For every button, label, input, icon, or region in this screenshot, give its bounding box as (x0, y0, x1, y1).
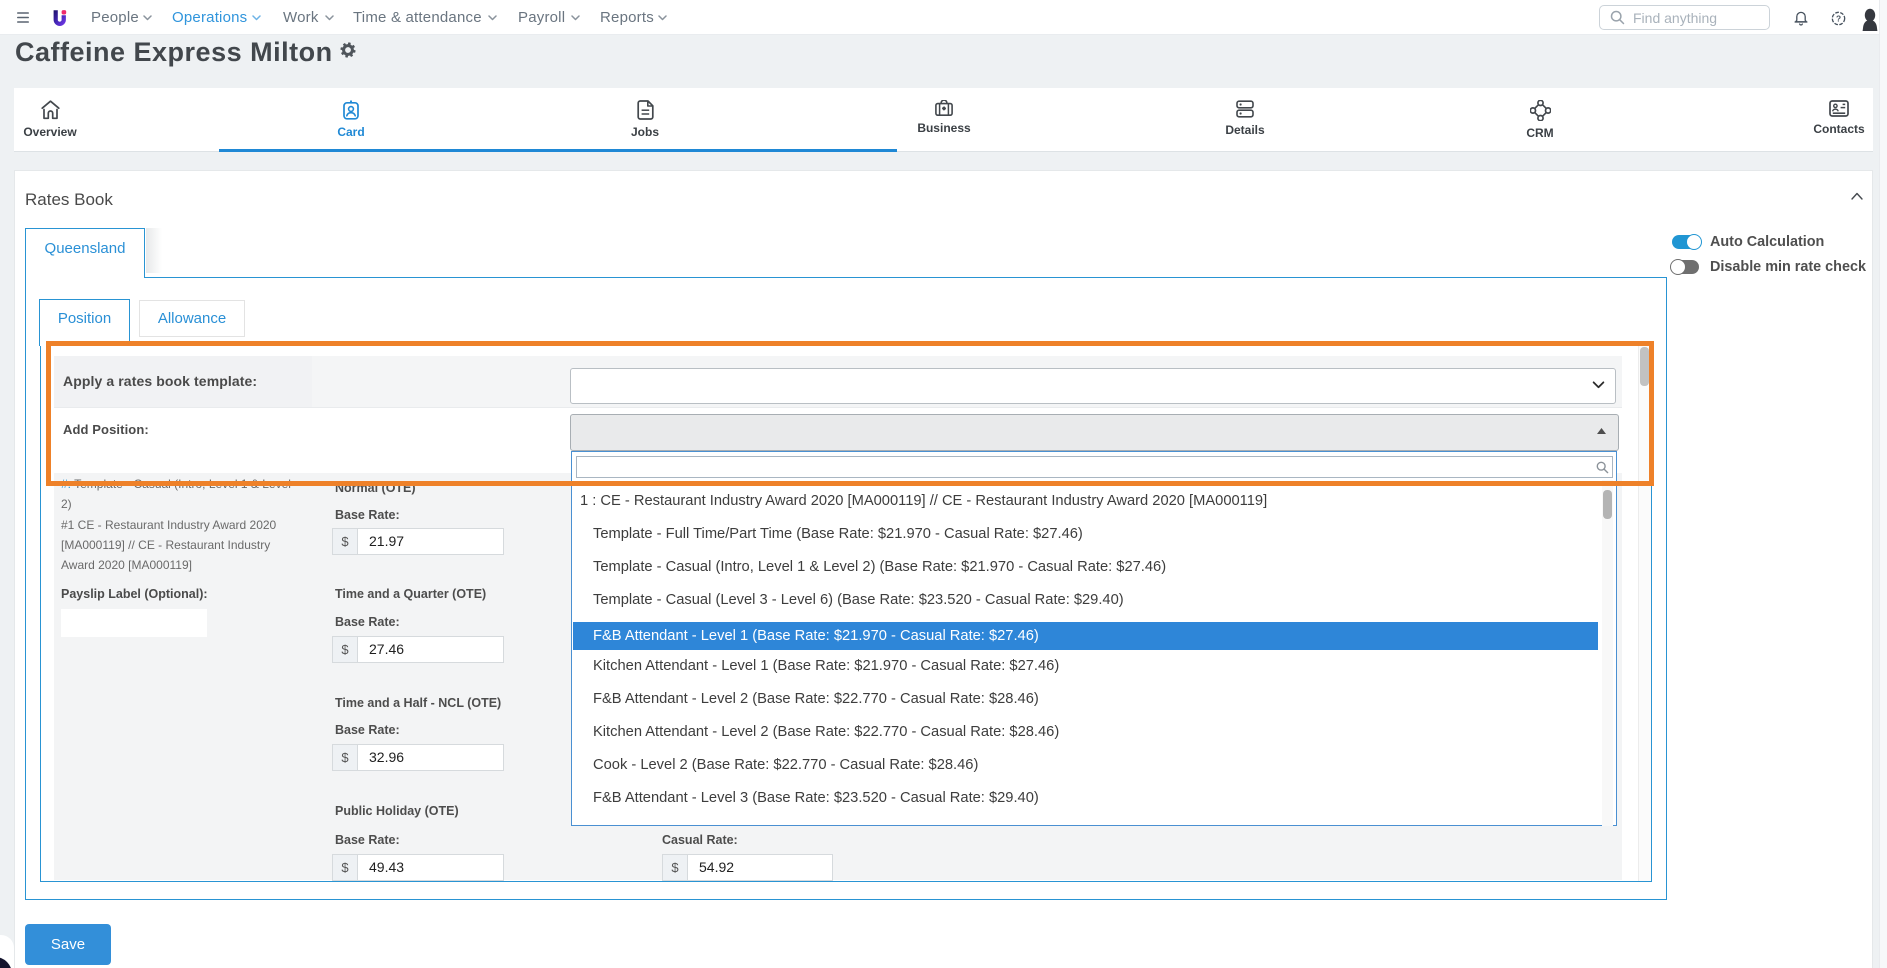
svg-text:?: ? (1836, 14, 1841, 24)
